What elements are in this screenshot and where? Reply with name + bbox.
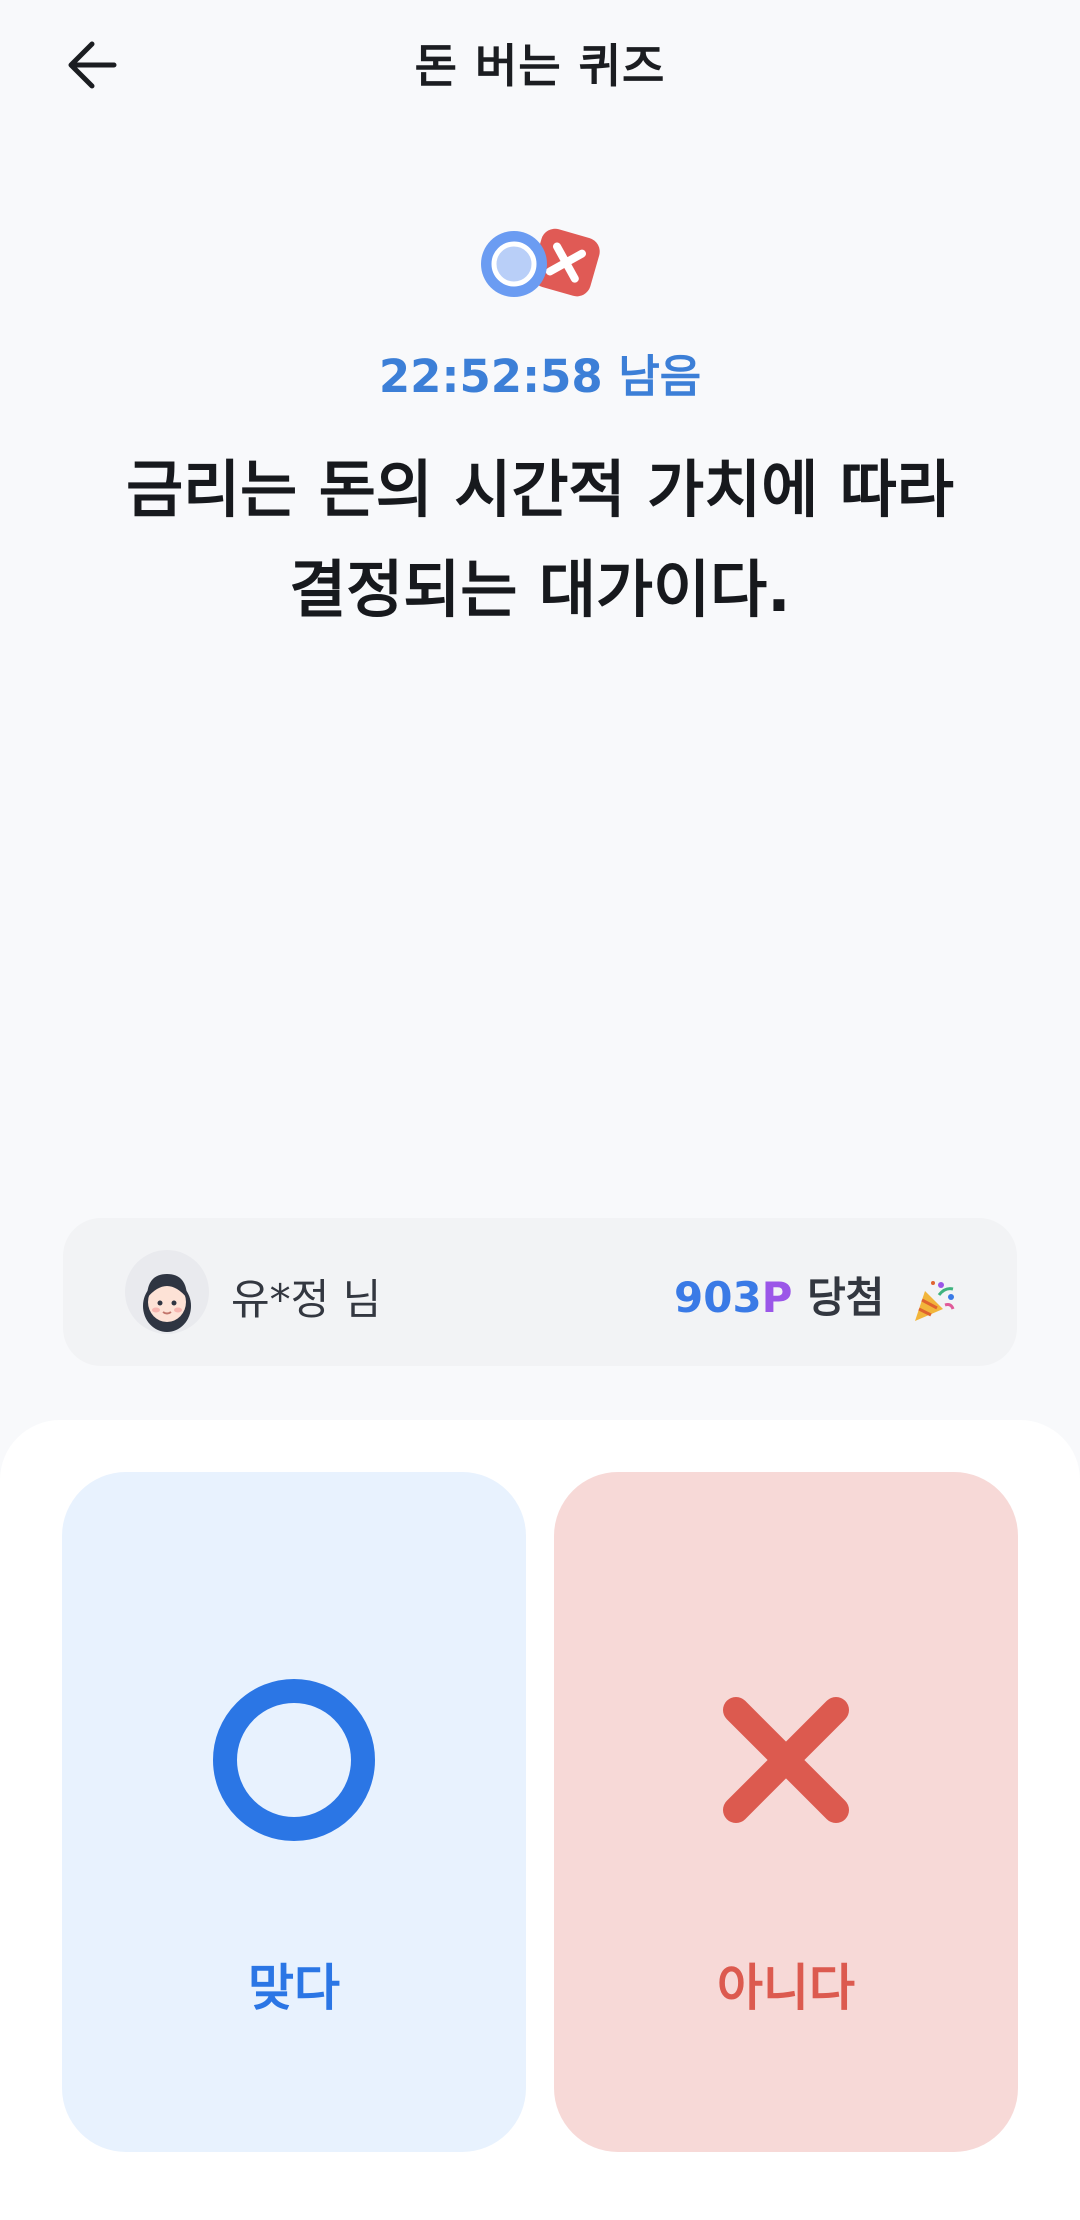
party-popper-icon bbox=[915, 1280, 955, 1321]
question-line-2: 결정되는 대가이다. bbox=[289, 553, 791, 626]
countdown-timer: 22:52:58 남음 bbox=[378, 350, 702, 403]
question-line-1: 금리는 돈의 시간적 가치에 따라 bbox=[126, 453, 954, 526]
answer-no-button[interactable]: 아니다 bbox=[554, 1472, 1018, 2152]
quiz-question: 금리는 돈의 시간적 가치에 따라 결정되는 대가이다. bbox=[90, 440, 990, 640]
prize-points: 903P bbox=[674, 1273, 793, 1322]
girl-avatar bbox=[125, 1250, 209, 1334]
answer-yes-label: 맞다 bbox=[248, 1959, 340, 2017]
winner-banner: 유*정 님 903P 당첨 bbox=[63, 1218, 1017, 1366]
circle-o-icon bbox=[213, 1679, 375, 1841]
x-icon bbox=[723, 1697, 849, 1823]
winner-name: 유*정 님 bbox=[231, 1275, 382, 1324]
app-header: 돈 버는 퀴즈 bbox=[0, 0, 1080, 130]
answer-yes-button[interactable]: 맞다 bbox=[62, 1472, 526, 2152]
answer-sheet: 맞다 아니다 bbox=[0, 1420, 1080, 2220]
page-title: 돈 버는 퀴즈 bbox=[414, 39, 666, 93]
ox-quiz-icon bbox=[481, 228, 600, 297]
prize-text: 903P 당첨 bbox=[674, 1264, 957, 1325]
prize-label: 당첨 bbox=[807, 1273, 885, 1322]
answer-no-label: 아니다 bbox=[717, 1959, 855, 2017]
